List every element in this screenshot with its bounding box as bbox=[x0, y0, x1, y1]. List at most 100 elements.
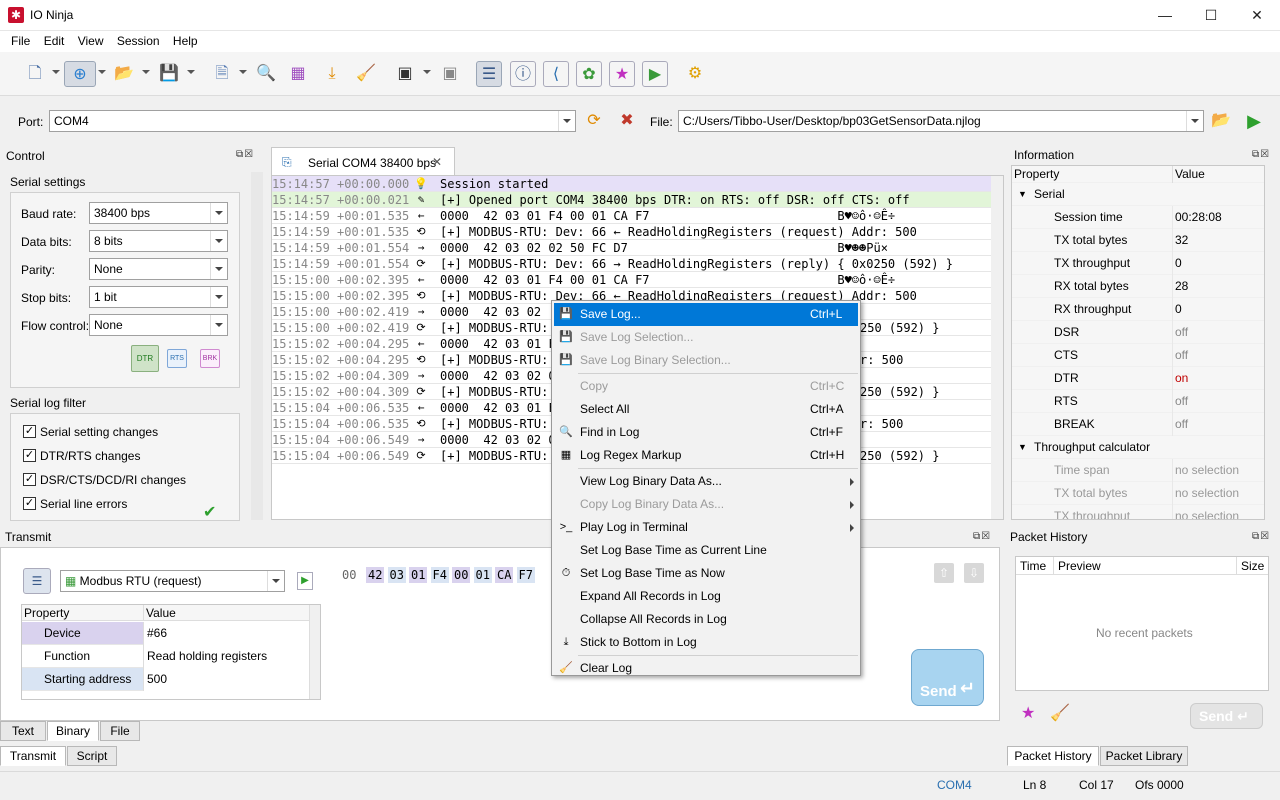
tab-text[interactable]: Text bbox=[0, 721, 46, 741]
hex-byte[interactable]: CA bbox=[495, 567, 514, 583]
hex-byte[interactable]: F4 bbox=[430, 567, 449, 583]
apply-check-icon[interactable]: ✔ bbox=[203, 502, 216, 522]
new-session-icon[interactable]: 🗋 bbox=[22, 61, 48, 87]
clear-log-icon[interactable]: 🧹 bbox=[353, 61, 379, 87]
script-pane-icon[interactable]: ✿ bbox=[576, 61, 602, 87]
info-pane-icon[interactable]: ⓘ bbox=[510, 61, 536, 87]
document-dropdown-icon[interactable] bbox=[239, 70, 247, 74]
context-menu-item-log-regex-markup[interactable]: ▦ Log Regex Markup Ctrl+H bbox=[554, 444, 858, 467]
log-line[interactable]: 15:14:57 +00:00.000 💡 Session started bbox=[272, 176, 1003, 192]
close-tab-icon[interactable]: ✕ bbox=[432, 155, 442, 169]
info-group-1[interactable]: ▼ Throughput calculator bbox=[1012, 436, 1264, 459]
log-line[interactable]: 15:14:57 +00:00.021 ✎ [+] Opened port COM4… bbox=[272, 192, 1003, 208]
hex-byte[interactable]: 01 bbox=[409, 567, 428, 583]
document-icon[interactable]: 🗎 bbox=[209, 61, 235, 87]
tx-property-row[interactable]: Function Read holding registers bbox=[22, 645, 310, 668]
tx-property-row[interactable]: Starting address 500 bbox=[22, 668, 310, 691]
terminal-alt-icon[interactable]: ▣ bbox=[437, 61, 463, 87]
history-send-button[interactable]: Send ↵ bbox=[1190, 703, 1263, 729]
port-combo[interactable]: COM4 bbox=[49, 110, 576, 132]
log-line[interactable]: 15:14:59 +00:01.554 → 0000 42 03 02 02 50 … bbox=[272, 240, 1003, 256]
context-menu-item-stick-to-bottom-in-log[interactable]: ⤓ Stick to Bottom in Log bbox=[554, 631, 858, 654]
tab-transmit[interactable]: Transmit bbox=[0, 746, 66, 766]
menu-view[interactable]: View bbox=[73, 31, 109, 48]
tab-file[interactable]: File bbox=[100, 721, 140, 741]
baud-rate-combo[interactable]: 38400 bps bbox=[89, 202, 228, 224]
clear-history-icon[interactable]: 🧹 bbox=[1050, 703, 1070, 723]
menu-help[interactable]: Help bbox=[168, 31, 203, 48]
packet-history-float-close-icon[interactable]: ⧉☒ bbox=[1252, 531, 1270, 542]
connect-icon[interactable]: ⊕ bbox=[64, 61, 96, 87]
layout-icon[interactable]: ☰ bbox=[476, 61, 502, 87]
stick-bottom-icon[interactable]: ⤓ bbox=[319, 61, 345, 87]
log-scrollbar[interactable] bbox=[991, 176, 1003, 519]
save-dropdown-icon[interactable] bbox=[187, 70, 195, 74]
context-menu-item-save-log[interactable]: 💾 Save Log... Ctrl+L bbox=[554, 303, 858, 326]
tab-packet-library[interactable]: Packet Library bbox=[1100, 746, 1188, 766]
disconnect-icon[interactable]: ✖ bbox=[614, 108, 640, 134]
menu-session[interactable]: Session bbox=[112, 31, 165, 48]
info-group-0[interactable]: ▼ Serial bbox=[1012, 183, 1264, 206]
hex-byte[interactable]: 01 bbox=[473, 567, 492, 583]
context-menu-item-save-log-selection[interactable]: 💾 Save Log Selection... bbox=[554, 326, 858, 349]
log-line[interactable]: 15:14:59 +00:01.535 ⟲ [+] MODBUS-RTU: Dev:… bbox=[272, 224, 1003, 240]
move-down-icon[interactable]: ⇩ bbox=[964, 563, 984, 583]
minimize-button[interactable]: — bbox=[1142, 0, 1188, 31]
context-menu-item-save-log-binary-selection[interactable]: 💾 Save Log Binary Selection... bbox=[554, 349, 858, 372]
packet-library-icon[interactable]: ★ bbox=[609, 61, 635, 87]
back-pane-icon[interactable]: ⟨ bbox=[543, 61, 569, 87]
move-up-icon[interactable]: ⇧ bbox=[934, 563, 954, 583]
regex-markup-icon[interactable]: ▦ bbox=[285, 61, 311, 87]
collapse-chevron-icon[interactable]: ▼ bbox=[1018, 436, 1027, 459]
flow-control-combo[interactable]: None bbox=[89, 314, 228, 336]
play-icon[interactable]: ▶ bbox=[1241, 108, 1267, 134]
log-line[interactable]: 15:14:59 +00:01.554 ⟳ [+] MODBUS-RTU: Dev:… bbox=[272, 256, 1003, 272]
context-menu-item-set-log-base-time-as-now[interactable]: ⏱ Set Log Base Time as Now bbox=[554, 562, 858, 585]
panel-float-close-icon[interactable]: ⧉☒ bbox=[236, 149, 254, 160]
rts-toggle[interactable]: RTS bbox=[167, 349, 187, 368]
context-menu-item-play-log-in-terminal[interactable]: >_ Play Log in Terminal bbox=[554, 516, 858, 539]
file-combo[interactable]: C:/Users/Tibbo-User/Desktop/bp03GetSenso… bbox=[678, 110, 1204, 132]
tx-value[interactable]: #66 bbox=[143, 622, 310, 645]
log-line[interactable]: 15:14:59 +00:01.535 ← 0000 42 03 01 F4 00 … bbox=[272, 208, 1003, 224]
context-menu-item-clear-log[interactable]: 🧹 Clear Log bbox=[554, 657, 858, 680]
context-menu-item-view-log-binary-data-as[interactable]: View Log Binary Data As... bbox=[554, 470, 858, 493]
save-icon[interactable]: 💾 bbox=[156, 61, 182, 87]
tab-serial-session[interactable]: ⎘ Serial COM4 38400 bps ✕ bbox=[271, 147, 455, 176]
maximize-button[interactable]: ☐ bbox=[1188, 0, 1234, 31]
parity-combo[interactable]: None bbox=[89, 258, 228, 280]
add-to-library-icon[interactable]: ★ bbox=[1021, 703, 1035, 723]
transmit-pane-icon[interactable]: ▶ bbox=[642, 61, 668, 87]
hex-byte[interactable]: 42 bbox=[366, 567, 385, 583]
menu-edit[interactable]: Edit bbox=[39, 31, 70, 48]
tab-script[interactable]: Script bbox=[67, 746, 117, 766]
tab-packet-history[interactable]: Packet History bbox=[1007, 746, 1099, 766]
info-panel-float-close-icon[interactable]: ⧉☒ bbox=[1252, 149, 1270, 160]
brk-toggle[interactable]: BRK bbox=[200, 349, 220, 368]
find-icon[interactable]: 🔍 bbox=[253, 61, 279, 87]
context-menu-item-copy[interactable]: Copy Ctrl+C bbox=[554, 375, 858, 398]
send-button[interactable]: Send ↵ bbox=[911, 649, 984, 706]
terminal-icon[interactable]: ▣ bbox=[392, 61, 418, 87]
stop-bits-combo[interactable]: 1 bit bbox=[89, 286, 228, 308]
tx-grid-scrollbar[interactable] bbox=[309, 605, 320, 699]
filter-checkbox-line-errors[interactable]: ✓ bbox=[23, 497, 36, 510]
packet-template-icon[interactable]: ☰ bbox=[23, 568, 51, 594]
connect-dropdown-icon[interactable] bbox=[98, 70, 106, 74]
context-menu-item-expand-all-records-in-log[interactable]: Expand All Records in Log bbox=[554, 585, 858, 608]
tx-value[interactable]: 500 bbox=[143, 668, 310, 691]
tx-property-row[interactable]: Device #66 bbox=[22, 622, 310, 645]
reset-port-icon[interactable]: ⟳ bbox=[581, 108, 607, 134]
open-folder-icon[interactable]: 📂 bbox=[111, 61, 137, 87]
menu-file[interactable]: File bbox=[6, 31, 35, 48]
tx-value[interactable]: Read holding registers bbox=[143, 645, 310, 668]
new-session-dropdown-icon[interactable] bbox=[52, 70, 60, 74]
log-line[interactable]: 15:15:00 +00:02.395 ← 0000 42 03 01 F4 00 … bbox=[272, 272, 1003, 288]
filter-checkbox-dtr-rts[interactable]: ✓ bbox=[23, 449, 36, 462]
context-menu-item-select-all[interactable]: Select All Ctrl+A bbox=[554, 398, 858, 421]
filter-checkbox-settings[interactable]: ✓ bbox=[23, 425, 36, 438]
context-menu-item-collapse-all-records-in-log[interactable]: Collapse All Records in Log bbox=[554, 608, 858, 631]
packet-type-combo[interactable]: ▦ Modbus RTU (request) bbox=[60, 570, 285, 592]
control-scrollbar[interactable] bbox=[251, 172, 263, 520]
hex-byte[interactable]: 03 bbox=[387, 567, 406, 583]
